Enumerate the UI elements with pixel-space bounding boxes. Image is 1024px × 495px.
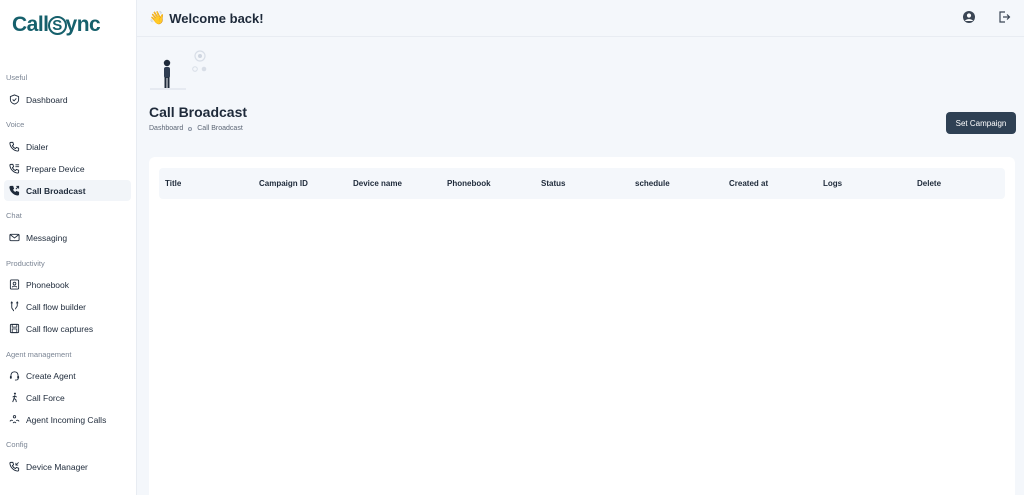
- column-header-delete[interactable]: Delete: [917, 179, 941, 188]
- sidebar-item-label: Prepare Device: [26, 163, 85, 174]
- column-header-title[interactable]: Title: [165, 179, 181, 188]
- column-header-schedule[interactable]: schedule: [635, 179, 670, 188]
- breadcrumb: Dashboard Call Broadcast: [149, 125, 243, 132]
- sidebar-item-label: Phonebook: [26, 279, 70, 290]
- phone-outgoing-icon: [9, 185, 20, 196]
- sidebar-item-label: Dashboard: [26, 94, 68, 105]
- sidebar-item-label: Call Broadcast: [26, 185, 86, 196]
- shield-check-icon: [9, 94, 20, 105]
- topbar: 👋 Welcome back!: [137, 0, 1024, 37]
- column-header-phonebook[interactable]: Phonebook: [447, 179, 491, 188]
- sidebar-item-label: Call Force: [26, 392, 65, 403]
- sidebar-item-call-force[interactable]: Call Force: [4, 387, 131, 408]
- sidebar-item-label: Dialer: [26, 141, 49, 152]
- sidebar-item-label: Messaging: [26, 232, 68, 243]
- sidebar-item-label: Create Agent: [26, 370, 76, 381]
- sidebar-item-dialer[interactable]: Dialer: [4, 136, 131, 157]
- logout-icon[interactable]: [997, 10, 1011, 24]
- set-campaign-button[interactable]: Set Campaign: [946, 112, 1016, 134]
- section-label-productivity: Productivity: [6, 259, 45, 268]
- section-label-useful: Useful: [6, 73, 28, 82]
- page-title: Call Broadcast: [149, 104, 248, 120]
- sidebar-item-prepare-device[interactable]: Prepare Device: [4, 158, 131, 179]
- column-header-status[interactable]: Status: [541, 179, 565, 188]
- sidebar-item-messaging[interactable]: Messaging: [4, 227, 131, 248]
- welcome-text: Welcome back!: [169, 10, 264, 26]
- flow-icon: [9, 301, 20, 312]
- section-label-config: Config: [6, 440, 28, 449]
- sidebar-item-call-broadcast[interactable]: Call Broadcast: [4, 180, 131, 201]
- sidebar-item-call-flow-captures[interactable]: Call flow captures: [4, 318, 131, 339]
- sidebar-item-label: Call flow builder: [26, 301, 86, 312]
- breadcrumb-link-dashboard[interactable]: Dashboard: [149, 125, 183, 132]
- section-label-agent-management: Agent management: [6, 350, 72, 359]
- walk-icon: [9, 392, 20, 403]
- waving-hand-icon: 👋: [149, 10, 166, 25]
- app-logo[interactable]: Call Sync: [12, 13, 101, 37]
- breadcrumb-current: Call Broadcast: [197, 125, 243, 132]
- sidebar-item-label: Agent Incoming Calls: [26, 414, 107, 425]
- sidebar-item-create-agent[interactable]: Create Agent: [4, 365, 131, 386]
- section-label-voice: Voice: [6, 120, 25, 129]
- phone-incoming-icon: [9, 461, 20, 472]
- column-header-device-name[interactable]: Device name: [353, 179, 402, 188]
- column-header-created-at[interactable]: Created at: [729, 179, 768, 188]
- column-header-logs[interactable]: Logs: [823, 179, 842, 188]
- table-header: Title Campaign ID Device name Phonebook …: [159, 168, 1005, 199]
- sidebar-item-dashboard[interactable]: Dashboard: [4, 89, 131, 110]
- column-header-campaign-id[interactable]: Campaign ID: [259, 179, 308, 188]
- phone-settings-icon: [9, 163, 20, 174]
- sidebar-item-device-manager[interactable]: Device Manager: [4, 456, 131, 477]
- sidebar-item-agent-incoming-calls[interactable]: Agent Incoming Calls: [4, 409, 131, 430]
- sidebar-item-label: Call flow captures: [26, 323, 94, 334]
- user-account-icon[interactable]: [962, 10, 976, 24]
- sidebar: Call Sync Useful Dashboard Voice Dialer P…: [0, 0, 137, 495]
- contact-book-icon: [9, 279, 20, 290]
- sidebar-item-call-flow-builder[interactable]: Call flow builder: [4, 296, 131, 317]
- agent-icon: [9, 370, 20, 381]
- header-illustration: [150, 48, 210, 92]
- welcome-heading: 👋 Welcome back!: [149, 10, 264, 26]
- sidebar-item-label: Device Manager: [26, 461, 88, 472]
- incoming-calls-icon: [9, 414, 20, 425]
- breadcrumb-separator: [188, 126, 193, 131]
- sidebar-item-phonebook[interactable]: Phonebook: [4, 274, 131, 295]
- save-icon: [9, 323, 20, 334]
- section-label-chat: Chat: [6, 211, 22, 220]
- phone-icon: [9, 141, 20, 152]
- campaign-table-card: Title Campaign ID Device name Phonebook …: [149, 157, 1015, 495]
- mail-icon: [9, 232, 20, 243]
